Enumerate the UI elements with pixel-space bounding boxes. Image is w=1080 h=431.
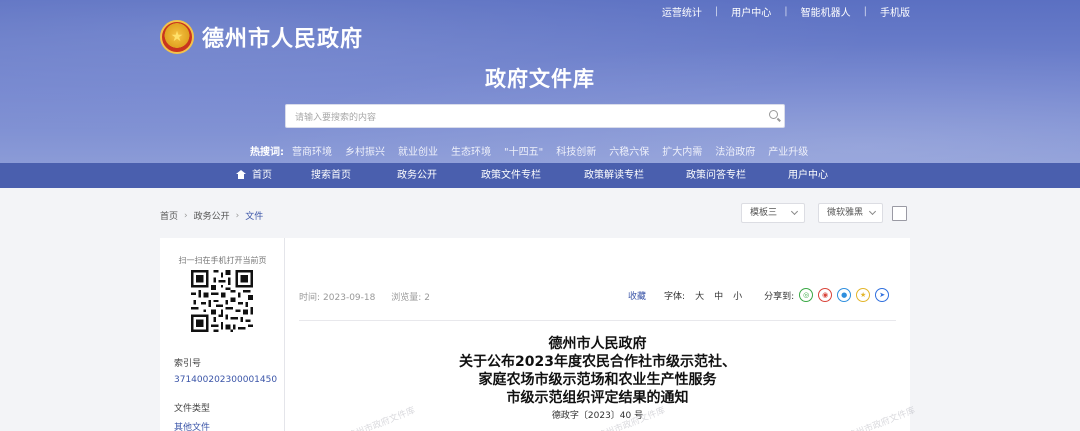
breadcrumb-link[interactable]: 政务公开 — [194, 209, 230, 222]
article-panel: 时间: 2023-09-18 浏览量: 2 收藏 字体: 大 中 小 分享到: ◎ … — [285, 238, 917, 431]
topbar-link-stats[interactable]: 运营统计 — [662, 4, 702, 19]
index-number-value: 371400202300001450 — [174, 375, 278, 385]
layout-toggle-icon[interactable] — [892, 206, 907, 221]
document-title-line: 德州市人民政府 — [548, 336, 647, 352]
breadcrumb-current: 文件 — [245, 212, 264, 222]
hot-search-label: 热搜词: — [250, 147, 284, 158]
publish-time-label: 时间: — [299, 293, 321, 303]
breadcrumb-link[interactable]: 首页 — [160, 209, 178, 222]
font-select-value: 微软雅黑 — [827, 208, 864, 218]
topbar-separator: | — [714, 6, 719, 17]
article-tools: 收藏 字体: 大 中 小 分享到: ◎ ◉ ● ★ ➤ — [628, 288, 890, 302]
header-banner: 运营统计 | 用户中心 | 智能机器人 | 手机版 ★ 德州市人民政府 政府文件… — [0, 0, 1080, 163]
template-select-value: 模板三 — [750, 208, 778, 218]
nav-item-label: 首页 — [252, 170, 272, 181]
font-size-label: 字体: — [664, 291, 686, 302]
link-share-icon[interactable]: ➤ — [875, 288, 890, 302]
chevron-right-icon: › — [184, 210, 188, 221]
topbar-separator: | — [784, 6, 788, 17]
document-title-line: 市级示范组织评定结果的通知 — [506, 390, 689, 406]
hot-search-item[interactable]: 生态环境 — [451, 143, 491, 158]
nav-item-home[interactable]: 首页 — [236, 163, 272, 188]
national-emblem-icon: ★ — [160, 20, 194, 54]
topbar-link-robot[interactable]: 智能机器人 — [801, 4, 851, 19]
document-title-line: 家庭农场市级示范场和农业生产性服务 — [478, 372, 717, 388]
topbar-link-user-center[interactable]: 用户中心 — [731, 4, 771, 19]
hot-search-item[interactable]: 法治政府 — [715, 143, 755, 158]
home-icon — [236, 170, 246, 179]
hot-search-item[interactable]: 六稳六保 — [609, 143, 649, 158]
breadcrumb: 首页 › 政务公开 › 文件 — [160, 209, 264, 223]
template-select[interactable]: 模板三 — [741, 203, 805, 223]
qr-scan-tip: 扫一扫在手机打开当前页 — [178, 256, 267, 265]
nav-item-user-center[interactable]: 用户中心 — [788, 163, 828, 188]
hot-search-bar: 热搜词: 营商环境 乡村振兴 就业创业 生态环境 "十四五" 科技创新 六稳六保… — [250, 143, 821, 158]
chevron-down-icon — [868, 207, 877, 216]
chevron-down-icon — [790, 207, 799, 216]
library-title: 政府文件库 — [485, 67, 595, 91]
main-nav: 首页 搜索首页 政务公开 政策文件专栏 政策解读专栏 政策问答专栏 用户中心 — [0, 163, 1080, 188]
hot-search-item[interactable]: 乡村振兴 — [345, 143, 385, 158]
site-title: 德州市人民政府 — [202, 27, 364, 52]
nav-item-policy-interpretation[interactable]: 政策解读专栏 — [584, 163, 644, 188]
nav-item-policy-files[interactable]: 政策文件专栏 — [481, 163, 541, 188]
topbar-separator: | — [863, 6, 867, 17]
font-size-medium-button[interactable]: 中 — [714, 289, 723, 302]
search-icon[interactable] — [769, 110, 778, 119]
document-title-line: 关于公布2023年度农民合作社市级示范社、 — [459, 354, 736, 370]
top-utility-bar: 运营统计 | 用户中心 | 智能机器人 | 手机版 — [662, 4, 910, 19]
qq-share-icon[interactable]: ● — [837, 288, 852, 302]
search-box — [285, 104, 785, 129]
search-input[interactable] — [286, 107, 756, 129]
qzone-share-icon[interactable]: ★ — [856, 288, 871, 302]
hot-search-item[interactable]: 产业升级 — [768, 143, 808, 158]
font-size-small-button[interactable]: 小 — [733, 289, 742, 302]
nav-item-search-home[interactable]: 搜索首页 — [311, 163, 351, 188]
nav-item-policy-qa[interactable]: 政策问答专栏 — [686, 163, 746, 188]
qr-code-icon — [191, 270, 253, 332]
publish-time-value: 2023-09-18 — [323, 293, 376, 303]
article-info: 时间: 2023-09-18 浏览量: 2 — [299, 290, 433, 303]
document-title: 德州市人民政府 关于公布2023年度农民合作社市级示范社、 家庭农场市级示范场和… — [285, 335, 910, 407]
file-type-label: 文件类型 — [174, 404, 211, 414]
font-select[interactable]: 微软雅黑 — [818, 203, 883, 223]
hot-search-item[interactable]: 营商环境 — [292, 143, 332, 158]
weibo-share-icon[interactable]: ◉ — [818, 288, 833, 302]
view-count-label: 浏览量: — [391, 293, 422, 303]
font-size-large-button[interactable]: 大 — [695, 289, 704, 302]
hot-search-item[interactable]: 扩大内需 — [662, 143, 702, 158]
file-type-value[interactable]: 其他文件 — [174, 420, 210, 431]
nav-item-gov-affairs[interactable]: 政务公开 — [397, 163, 437, 188]
hot-search-item[interactable]: "十四五" — [504, 143, 543, 158]
site-logo[interactable]: ★ 德州市人民政府 — [160, 20, 363, 54]
topbar-link-mobile[interactable]: 手机版 — [880, 4, 910, 19]
hot-search-item[interactable]: 就业创业 — [398, 143, 438, 158]
chevron-right-icon: › — [235, 210, 240, 221]
index-number-label: 索引号 — [174, 359, 202, 369]
share-label: 分享到: — [764, 291, 795, 302]
wechat-share-icon[interactable]: ◎ — [799, 288, 814, 302]
view-count-value: 2 — [424, 293, 431, 303]
hot-search-item[interactable]: 科技创新 — [556, 143, 596, 158]
divider — [299, 320, 896, 321]
sidebar: 扫一扫在手机打开当前页 索引号 371400202300001450 文件类型 … — [160, 238, 285, 431]
collect-button[interactable]: 收藏 — [628, 289, 646, 302]
